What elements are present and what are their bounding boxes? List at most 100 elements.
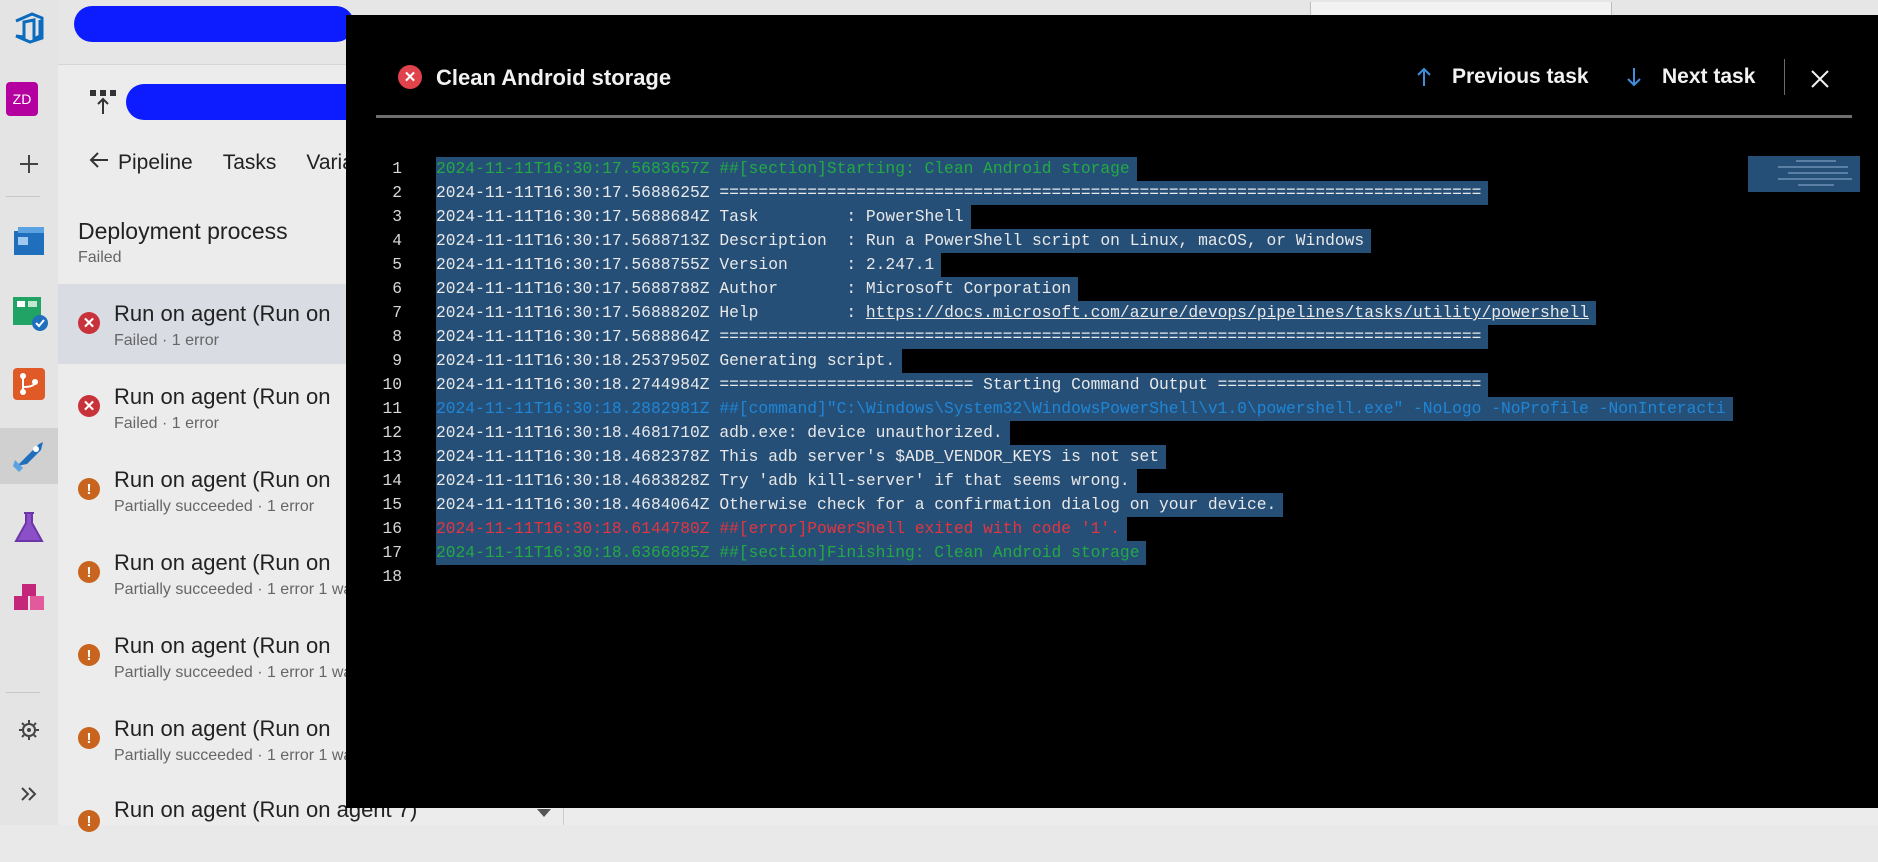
deployment-process-title: Deployment process: [78, 218, 288, 244]
log-line: 7 2024-11-11T16:30:17.5688820Z Help : htt…: [346, 301, 1746, 325]
arrow-up-icon: [1417, 67, 1431, 86]
tab-pipeline[interactable]: Pipeline: [118, 151, 193, 175]
avatar[interactable]: ZD: [6, 82, 38, 116]
line-number: 9: [392, 351, 402, 370]
settings-gear-icon[interactable]: [0, 702, 58, 758]
agent-job-row[interactable]: ! Run on agent (Run on Partially succeed…: [58, 533, 358, 613]
log-text: 2024-11-11T16:30:17.5688788Z Author : Mi…: [436, 277, 1079, 301]
log-text: 2024-11-11T16:30:17.5683657Z ##[section]…: [436, 157, 1137, 181]
log-text: 2024-11-11T16:30:18.2882981Z ##[command]…: [436, 397, 1733, 421]
log-minimap[interactable]: [1748, 156, 1860, 192]
agent-job-title: Run on agent (Run on: [114, 467, 331, 492]
log-text: 2024-11-11T16:30:17.5688713Z Description…: [436, 229, 1372, 253]
test-plans-icon[interactable]: [0, 284, 58, 340]
task-title: Clean Android storage: [436, 65, 672, 90]
log-line: 3 2024-11-11T16:30:17.5688684Z Task : Pow…: [346, 205, 1746, 229]
close-icon: [1811, 70, 1829, 88]
test-beaker-icon[interactable]: [0, 500, 58, 556]
arrow-down-icon: [1627, 68, 1641, 87]
line-number: 1: [392, 159, 402, 178]
log-text: 2024-11-11T16:30:18.2744984Z ===========…: [436, 373, 1489, 397]
log-text: 2024-11-11T16:30:18.2537950Z Generating …: [436, 349, 903, 373]
log-text: 2024-11-11T16:30:18.4681710Z adb.exe: de…: [436, 421, 1010, 445]
line-number: 5: [392, 255, 402, 274]
agent-job-title: Run on agent (Run on: [114, 633, 331, 658]
agent-job-status: Failed · 1 error: [114, 415, 219, 432]
warning-circle-icon: !: [78, 810, 100, 832]
log-scrollbar[interactable]: [1861, 156, 1867, 796]
redacted-breadcrumb: [74, 6, 354, 42]
log-text: 2024-11-11T16:30:17.5688864Z ===========…: [436, 325, 1489, 349]
log-line: 2 2024-11-11T16:30:17.5688625Z ==========…: [346, 181, 1746, 205]
line-number: 3: [392, 207, 402, 226]
log-text: 2024-11-11T16:30:18.4683828Z Try 'adb ki…: [436, 469, 1137, 493]
header-divider: [1784, 59, 1785, 95]
log-text: 2024-11-11T16:30:18.4682378Z This adb se…: [436, 445, 1167, 469]
plus-icon[interactable]: [0, 136, 58, 192]
log-text: 2024-11-11T16:30:17.5688625Z ===========…: [436, 181, 1489, 205]
log-line: 12 2024-11-11T16:30:18.4681710Z adb.exe: …: [346, 421, 1746, 445]
line-number: 10: [382, 375, 402, 394]
release-pipeline-icon: [88, 86, 118, 121]
log-text: 2024-11-11T16:30:18.6366885Z ##[section]…: [436, 541, 1147, 565]
line-number: 13: [382, 447, 402, 466]
log-line: 6 2024-11-11T16:30:17.5688788Z Author : M…: [346, 277, 1746, 301]
agent-job-row[interactable]: ! Run on agent (Run on Partially succeed…: [58, 616, 358, 696]
back-arrow-icon[interactable]: [88, 150, 110, 176]
line-number: 12: [382, 423, 402, 442]
log-line: 16 2024-11-11T16:30:18.6144780Z ##[error]…: [346, 517, 1746, 541]
line-number: 7: [392, 303, 402, 322]
agent-job-status: Partially succeeded · 1 error 1 wa: [114, 581, 353, 598]
log-text: 2024-11-11T16:30:17.5688684Z Task : Powe…: [436, 205, 971, 229]
chevron-down-icon: [537, 809, 551, 817]
close-button[interactable]: [1802, 61, 1838, 97]
line-number: 8: [392, 327, 402, 346]
line-number: 2: [392, 183, 402, 202]
line-number: 4: [392, 231, 402, 250]
agent-job-title: Run on agent (Run on: [114, 301, 331, 326]
azure-devops-logo-icon[interactable]: [0, 0, 58, 56]
agent-job-row[interactable]: ! Run on agent (Run on Partially succeed…: [58, 450, 358, 530]
next-task-label: Next task: [1662, 65, 1756, 88]
warning-circle-icon: !: [78, 561, 100, 583]
task-log-header: ✕ Clean Android storage Previous task Ne…: [346, 15, 1878, 115]
log-text: 2024-11-11T16:30:17.5688755Z Version : 2…: [436, 253, 942, 277]
help-link[interactable]: https://docs.microsoft.com/azure/devops/…: [866, 303, 1589, 322]
log-line: 17 2024-11-11T16:30:18.6366885Z ##[sectio…: [346, 541, 1746, 565]
log-text: 2024-11-11T16:30:18.4684064Z Otherwise c…: [436, 493, 1284, 517]
log-line: 14 2024-11-11T16:30:18.4683828Z Try 'adb …: [346, 469, 1746, 493]
artifacts-icon[interactable]: [0, 572, 58, 628]
agent-job-status: Failed · 1 error: [114, 332, 219, 349]
line-number: 11: [382, 399, 402, 418]
error-circle-icon: ✕: [398, 65, 422, 89]
error-circle-icon: ✕: [78, 312, 100, 334]
expand-chevrons-icon[interactable]: [0, 766, 58, 822]
log-line: 13 2024-11-11T16:30:18.4682378Z This adb …: [346, 445, 1746, 469]
agent-job-status: Partially succeeded · 1 error 1 wa: [114, 747, 353, 764]
log-line: 15 2024-11-11T16:30:18.4684064Z Otherwise…: [346, 493, 1746, 517]
next-task-button[interactable]: Next task: [1626, 65, 1755, 89]
line-number: 6: [392, 279, 402, 298]
log-line: 5 2024-11-11T16:30:17.5688755Z Version : …: [346, 253, 1746, 277]
warning-circle-icon: !: [78, 727, 100, 749]
agent-job-row[interactable]: ! Run on agent (Run on Partially succeed…: [58, 699, 358, 779]
line-number: 18: [382, 567, 402, 586]
line-number: 14: [382, 471, 402, 490]
left-nav-rail: ZD: [0, 0, 59, 825]
agent-job-row[interactable]: ✕ Run on agent (Run on Failed · 1 error: [58, 284, 358, 364]
agent-job-status: Partially succeeded · 1 error 1 wa: [114, 664, 353, 681]
repos-icon[interactable]: [0, 356, 58, 412]
pipelines-icon[interactable]: [0, 428, 58, 484]
log-line: 1 2024-11-11T16:30:17.5683657Z ##[section…: [346, 157, 1746, 181]
deployment-process-status: Failed: [78, 249, 122, 266]
boards-icon[interactable]: [0, 212, 58, 268]
line-number: 16: [382, 519, 402, 538]
tab-tasks[interactable]: Tasks: [223, 151, 277, 175]
agent-job-title: Run on agent (Run on: [114, 550, 331, 575]
previous-task-button[interactable]: Previous task: [1416, 65, 1589, 89]
warning-circle-icon: !: [78, 644, 100, 666]
log-line: 8 2024-11-11T16:30:17.5688864Z ==========…: [346, 325, 1746, 349]
line-number: 17: [382, 543, 402, 562]
warning-circle-icon: !: [78, 478, 100, 500]
agent-job-row[interactable]: ✕ Run on agent (Run on Failed · 1 error: [58, 367, 358, 447]
